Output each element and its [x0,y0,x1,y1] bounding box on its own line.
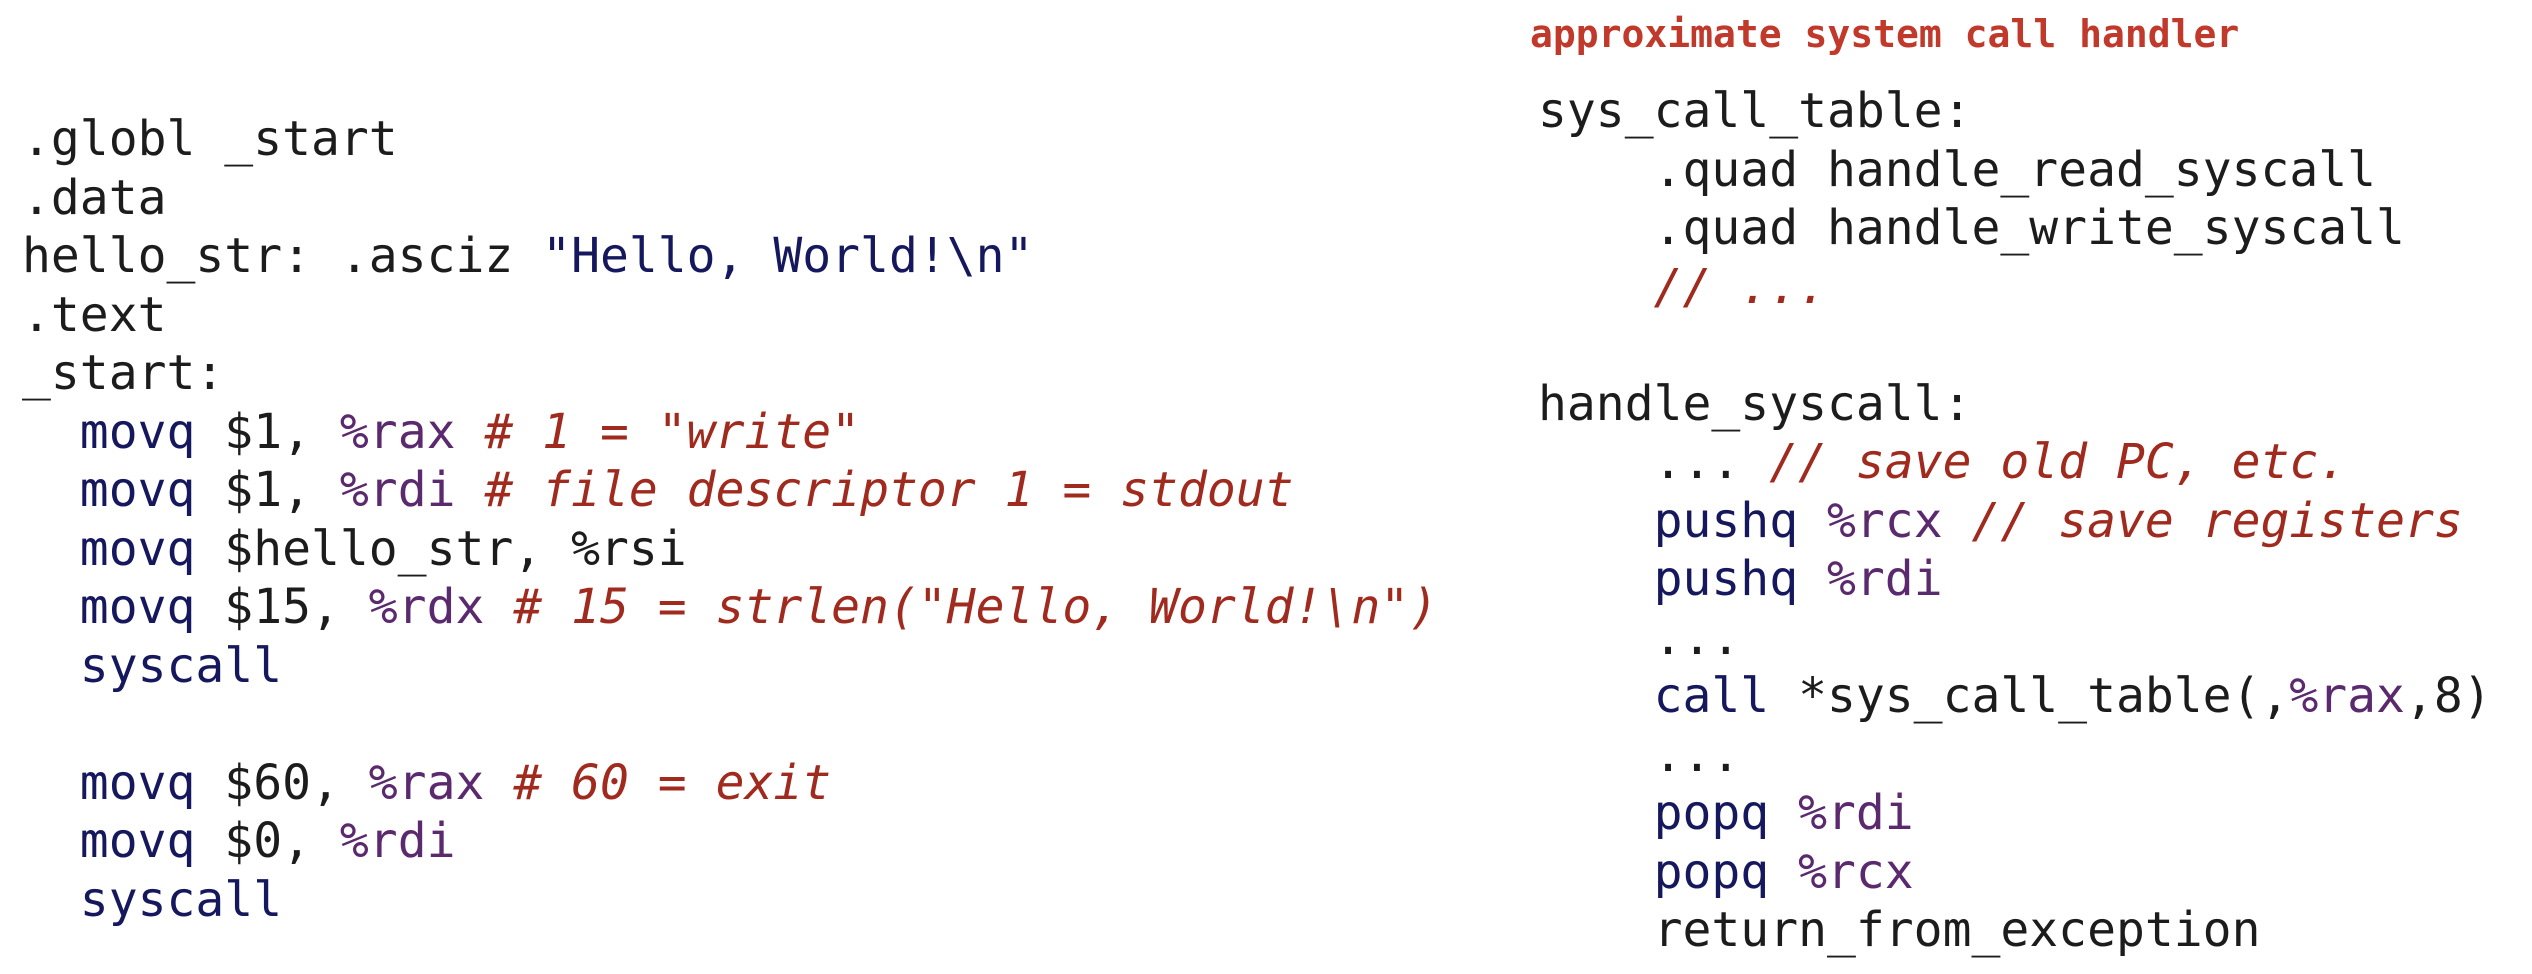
register: %rax [339,403,456,460]
instruction-op: syscall [79,871,283,928]
instruction-arg: $0, [195,813,340,869]
code-comment: # file descriptor 1 = stdout [455,462,1294,518]
code-line-movq-exit: movq $60, %rax # 60 = exit [22,754,1438,813]
code-line-start-label: _start: [22,345,225,401]
instruction-arg: ,8) [2404,668,2492,724]
instruction-op: movq [79,579,196,635]
ellipsis-text: ... [1653,434,1770,490]
instruction-arg: $15, [195,579,369,635]
instruction-op: movq [79,403,196,460]
instruction-arg: *sys_call_table(, [1769,668,2290,724]
register: %rdi [1769,785,1914,841]
instruction-op: call [1653,668,1770,724]
code-comment: # 15 = strlen("Hello, World!\n") [484,579,1439,635]
code-line-text: .text [22,286,167,343]
code-line-save-pc: ... // save old PC, etc. [1538,433,2492,492]
instruction-op: pushq [1653,492,1799,549]
code-line-quad-read: .quad handle_read_syscall [1538,141,2492,200]
code-line-popq-rcx: popq %rcx [1538,843,2492,902]
code-line-movq-str: movq $hello_str, %rsi [22,520,1438,579]
instruction-arg: $1, [195,462,340,518]
register: %rcx [1798,492,1943,549]
register: %rdi [339,462,456,518]
instruction-op: popq [1653,785,1770,841]
code-line-handle-syscall: handle_syscall: [1538,375,1972,432]
code-comment: // save old PC, etc. [1769,434,2348,490]
code-line-pushq-rdi: pushq %rdi [1538,550,2492,609]
code-line-ellipsis-2: ... [1538,726,2492,785]
code-comment: # 1 = "write" [455,403,861,460]
code-comment: // save registers [1942,492,2463,549]
right-code-block: sys_call_table: .quad handle_read_syscal… [1538,82,2492,960]
instruction-op: pushq [1653,551,1799,607]
code-line-sys-call-table: sys_call_table: [1538,83,1972,139]
code-line-syscall-2: syscall [22,871,1438,930]
code-line-globl: .globl _start [22,111,398,167]
code-line-movq-len: movq $15, %rdx # 15 = strlen("Hello, Wor… [22,578,1438,637]
register: %rax [368,754,485,811]
code-comment: # 60 = exit [484,754,832,811]
register: %rdi [339,813,456,869]
hello-str-label: hello_str: .asciz [22,228,543,284]
code-line-ellipsis-1: ... [1538,609,2492,668]
register: %rdi [1798,551,1943,607]
code-line-hello-str: hello_str: .asciz "Hello, World!\n" [22,227,1438,286]
instruction-arg: $hello_str, %rsi [195,520,687,577]
hello-str-literal: "Hello, World!\n" [542,228,1034,284]
instruction-op: movq [79,520,196,577]
quad-read-text: .quad handle_read_syscall [1653,141,2377,198]
code-line-movq-zero: movq $0, %rdi [22,812,1438,871]
code-comment: // ... [1653,258,1827,315]
code-line-quad-write: .quad handle_write_syscall [1538,199,2492,258]
quad-write-text: .quad handle_write_syscall [1653,200,2405,256]
register: %rax [2289,668,2405,724]
ellipsis-text: ... [1653,726,1741,783]
instruction-op: popq [1653,843,1770,900]
return-text: return_from_exception [1653,902,2261,958]
code-line-return: return_from_exception [1538,901,2492,960]
left-code-block: .globl _start .data hello_str: .asciz "Hel… [22,110,1438,929]
instruction-arg: $1, [195,403,340,460]
code-line-call: call *sys_call_table(,%rax,8) [1538,667,2492,726]
instruction-op: movq [79,754,196,811]
instruction-op: movq [79,462,196,518]
code-line-movq-fd: movq $1, %rdi # file descriptor 1 = stdo… [22,461,1438,520]
handler-heading: approximate system call handler [1530,12,2240,56]
code-line-syscall-1: syscall [22,637,1438,696]
code-line-movq-write: movq $1, %rax # 1 = "write" [22,403,1438,462]
instruction-op: syscall [79,637,283,694]
register: %rdx [368,579,485,635]
instruction-op: movq [79,813,196,869]
instruction-arg: $60, [195,754,369,811]
code-line-data: .data [22,169,167,226]
code-line-pushq-rcx: pushq %rcx // save registers [1538,492,2492,551]
code-line-ellipsis-comment: // ... [1538,258,2492,317]
ellipsis-text: ... [1653,609,1741,666]
register: %rcx [1769,843,1914,900]
code-line-popq-rdi: popq %rdi [1538,784,2492,843]
